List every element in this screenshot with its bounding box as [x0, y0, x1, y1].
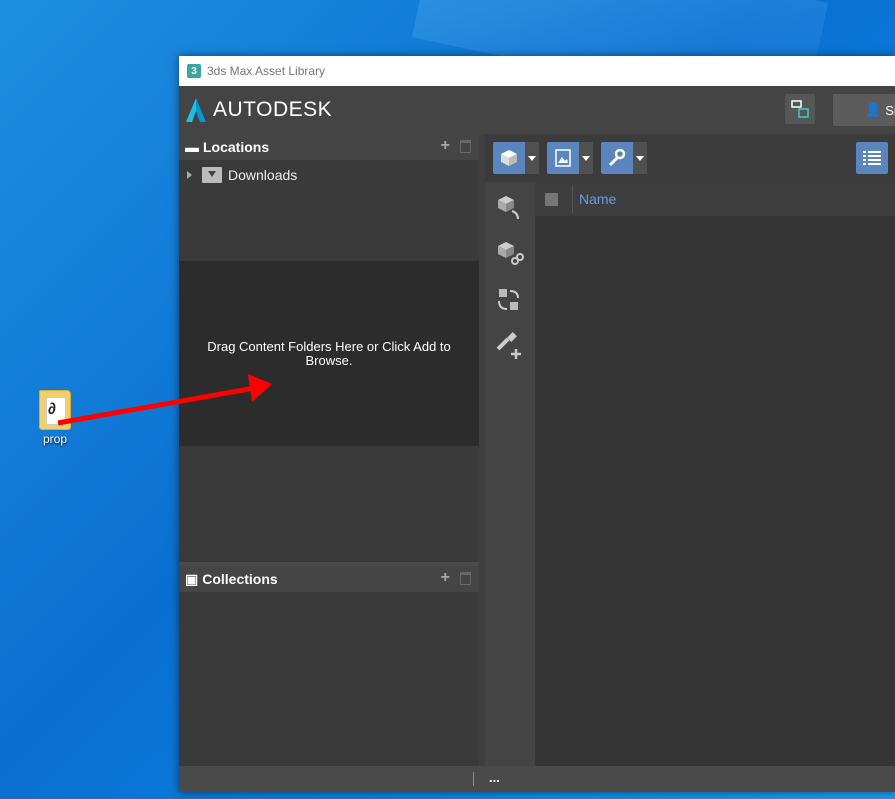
- title-bar[interactable]: 3 3ds Max Asset Library: [179, 56, 895, 86]
- content-panel: Name: [485, 134, 895, 766]
- xref-tool-button[interactable]: [489, 234, 529, 274]
- archive-icon: ▣: [185, 570, 199, 587]
- sign-in-label: Si: [885, 102, 895, 118]
- image-icon: [555, 149, 571, 167]
- expand-icon[interactable]: [187, 171, 192, 179]
- left-panel: ▬ Locations + Downloads Drag Content Fol…: [179, 134, 479, 766]
- app-header: AUTODESK 👤 Si: [179, 86, 895, 134]
- autodesk-logo-icon: [186, 98, 206, 122]
- merge-tool-button[interactable]: [489, 188, 529, 228]
- layout-icon: [791, 100, 809, 118]
- chevron-down-icon[interactable]: [579, 142, 593, 174]
- toolbar: [485, 134, 895, 182]
- window-title: 3ds Max Asset Library: [207, 64, 326, 78]
- cube-merge-icon: [498, 196, 519, 220]
- collections-header: ▣ Collections +: [179, 566, 479, 592]
- layout-toggle-button[interactable]: [785, 94, 815, 124]
- user-icon: 👤: [865, 102, 882, 117]
- column-name-header[interactable]: Name: [579, 191, 616, 207]
- list-view-button[interactable]: [856, 142, 888, 174]
- location-item-downloads[interactable]: Downloads: [179, 160, 479, 190]
- select-all-checkbox[interactable]: [545, 192, 558, 206]
- tools-button[interactable]: [601, 142, 647, 174]
- app-icon: 3: [187, 64, 201, 78]
- desktop-icon-label: prop: [42, 432, 68, 446]
- wrench-icon: [608, 148, 626, 167]
- collections-section: ▣ Collections +: [179, 566, 479, 592]
- collections-title: Collections: [202, 571, 278, 587]
- brand-text: AUTODESK: [213, 98, 333, 121]
- chevron-down-icon[interactable]: [525, 142, 539, 174]
- chevron-down-icon[interactable]: [633, 142, 647, 174]
- delete-location-icon[interactable]: [460, 139, 471, 153]
- download-folder-icon: [202, 167, 222, 183]
- status-text: ...: [489, 770, 500, 785]
- add-location-icon[interactable]: +: [441, 138, 450, 154]
- autodesk-logo: AUTODESK: [185, 97, 332, 123]
- status-bar: ...: [179, 766, 895, 792]
- cube-icon: [501, 150, 517, 166]
- cube-link-icon: [498, 242, 524, 265]
- brush-add-icon: [496, 332, 521, 359]
- drop-hint-text: Drag Content Folders Here or Click Add t…: [207, 338, 451, 368]
- side-toolbar: [485, 182, 535, 766]
- image-filter-button[interactable]: [547, 142, 593, 174]
- status-divider: [473, 772, 474, 786]
- drop-zone[interactable]: Drag Content Folders Here or Click Add t…: [179, 261, 479, 446]
- grid-header: Name: [535, 182, 895, 216]
- asset-grid[interactable]: [535, 216, 895, 766]
- model-filter-button[interactable]: [493, 142, 539, 174]
- column-divider[interactable]: [572, 185, 573, 213]
- folder-icon: ∂: [39, 390, 71, 430]
- add-material-tool-button[interactable]: [489, 326, 529, 366]
- asset-library-window: 3 3ds Max Asset Library AUTODESK 👤 Si ▬ …: [179, 56, 895, 792]
- list-icon: [863, 151, 881, 165]
- cube-replace-icon: [498, 289, 519, 310]
- delete-collection-icon[interactable]: [460, 571, 471, 585]
- location-item-label: Downloads: [228, 167, 298, 183]
- sign-in-button[interactable]: 👤 Si: [833, 94, 895, 126]
- folder-header-icon: ▬: [185, 139, 199, 155]
- replace-tool-button[interactable]: [489, 280, 529, 320]
- add-collection-icon[interactable]: +: [441, 570, 450, 586]
- locations-title: Locations: [203, 139, 270, 155]
- locations-header: ▬ Locations +: [179, 134, 479, 160]
- desktop-folder-prop[interactable]: ∂ prop: [30, 390, 80, 446]
